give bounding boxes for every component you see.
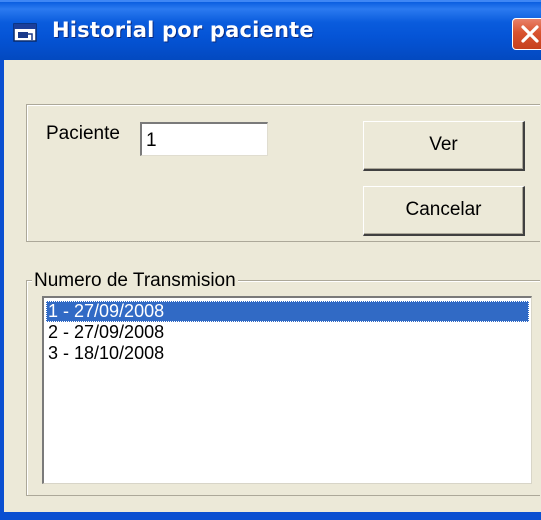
window-app-icon [12,22,40,44]
transmission-group-label: Numero de Transmision [32,270,238,292]
window-border-left [0,60,4,520]
list-item[interactable]: 1 - 27/09/2008 [46,301,529,322]
list-item[interactable]: 2 - 27/09/2008 [46,322,529,343]
title-bar[interactable]: Historial por paciente [0,0,541,60]
cancel-button[interactable]: Cancelar [363,186,525,236]
view-button[interactable]: Ver [363,121,525,171]
list-item[interactable]: 3 - 18/10/2008 [46,343,529,364]
close-icon [521,25,539,43]
window-border-bottom [0,512,541,520]
patient-label: Paciente [46,123,120,144]
dialog-window: Historial por paciente Paciente 1 Ver Ca… [0,0,541,520]
close-button[interactable] [512,18,541,50]
patient-input[interactable]: 1 [140,122,268,156]
transmission-listbox[interactable]: 1 - 27/09/2008 2 - 27/09/2008 3 - 18/10/… [42,296,532,484]
window-title: Historial por paciente [52,18,314,42]
